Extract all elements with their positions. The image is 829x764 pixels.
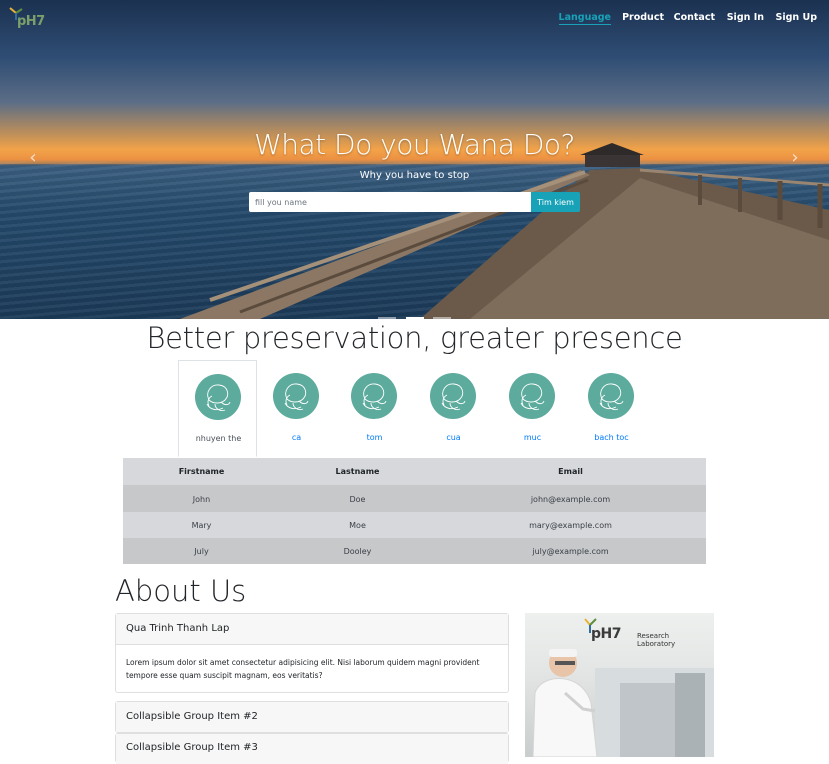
octopus-icon: [195, 374, 241, 420]
lab-photo-brand: pH7: [591, 626, 621, 642]
octopus-icon: [273, 373, 319, 419]
cell-firstname: John: [123, 485, 280, 512]
octopus-icon: [588, 373, 634, 419]
hero-carousel: pH7 Language Product Contact Sign In Sig…: [0, 0, 829, 319]
cell-email: mary@example.com: [435, 512, 706, 538]
people-table: Firstname Lastname Email John Doe john@e…: [123, 458, 706, 564]
about-title: About Us: [115, 574, 247, 608]
accordion-body: Lorem ipsum dolor sit amet consectetur a…: [126, 658, 480, 680]
tab-label: tom: [366, 433, 383, 442]
tab-nhuyen-the[interactable]: nhuyen the: [178, 360, 257, 457]
accordion-header[interactable]: Qua Trinh Thanh Lap: [116, 614, 508, 645]
lab-photo-caption: Research Laboratory: [637, 632, 675, 648]
brand-logo[interactable]: pH7: [9, 6, 49, 30]
carousel-indicator-active[interactable]: [405, 317, 424, 319]
logo-text: pH7: [17, 14, 45, 29]
hero-title: What Do you Wana Do?: [254, 128, 575, 161]
cell-lastname: Moe: [280, 512, 435, 538]
column-header: Firstname: [123, 458, 280, 486]
table-row: John Doe john@example.com: [123, 485, 706, 512]
nav-sign-up[interactable]: Sign Up: [776, 12, 817, 23]
section-heading: Better preservation, greater presence: [146, 321, 683, 355]
cell-lastname: Dooley: [280, 538, 435, 564]
search-button[interactable]: Tim kiem: [531, 192, 580, 212]
table-row: Mary Moe mary@example.com: [123, 512, 706, 538]
cell-email: july@example.com: [435, 538, 706, 564]
tab-cua[interactable]: cua: [414, 360, 493, 457]
nav-contact[interactable]: Contact: [674, 12, 715, 23]
carousel-indicator[interactable]: [378, 317, 397, 319]
cell-lastname: Doe: [280, 485, 435, 512]
octopus-icon: [509, 373, 555, 419]
lab-photo-caption-line1: Research: [637, 632, 670, 640]
lab-photo-caption-line2: Laboratory: [637, 640, 676, 648]
carousel-indicators: [0, 304, 829, 319]
tab-label: muc: [523, 433, 542, 442]
hero-subtitle: Why you have to stop: [359, 170, 470, 181]
table-row: July Dooley july@example.com: [123, 538, 706, 564]
tab-tom[interactable]: tom: [335, 360, 414, 457]
tab-bach-toc[interactable]: bach toc: [572, 360, 651, 457]
accordion-item: Qua Trinh Thanh Lap Lorem ipsum dolor si…: [115, 613, 509, 693]
accordion-item: Collapsible Group Item #3: [115, 733, 509, 764]
search-input[interactable]: [249, 192, 531, 212]
lab-photo: pH7 Research Laboratory: [525, 613, 714, 757]
nav-sign-in[interactable]: Sign In: [727, 12, 764, 23]
tab-label: bach toc: [594, 433, 629, 442]
nav-language[interactable]: Language: [558, 12, 611, 25]
tab-ca[interactable]: ca: [257, 360, 336, 457]
tab-label: nhuyen the: [195, 434, 242, 443]
cell-firstname: July: [123, 538, 280, 564]
octopus-icon: [430, 373, 476, 419]
carousel-indicator[interactable]: [432, 317, 451, 319]
column-header: Email: [435, 458, 706, 486]
cell-email: john@example.com: [435, 485, 706, 512]
cell-firstname: Mary: [123, 512, 280, 538]
category-tabs: nhuyen the ca tom cua muc bach toc: [177, 360, 649, 458]
accordion-header[interactable]: Collapsible Group Item #3: [116, 734, 508, 764]
table-header-row: Firstname Lastname Email: [123, 458, 706, 486]
accordion-item: Collapsible Group Item #2: [115, 701, 509, 733]
tab-label: ca: [291, 433, 302, 442]
nav-product[interactable]: Product: [622, 12, 664, 23]
column-header: Lastname: [280, 458, 435, 486]
accordion-header[interactable]: Collapsible Group Item #2: [116, 702, 508, 732]
tab-label: cua: [446, 433, 461, 442]
octopus-icon: [351, 373, 397, 419]
tab-muc[interactable]: muc: [493, 360, 572, 457]
